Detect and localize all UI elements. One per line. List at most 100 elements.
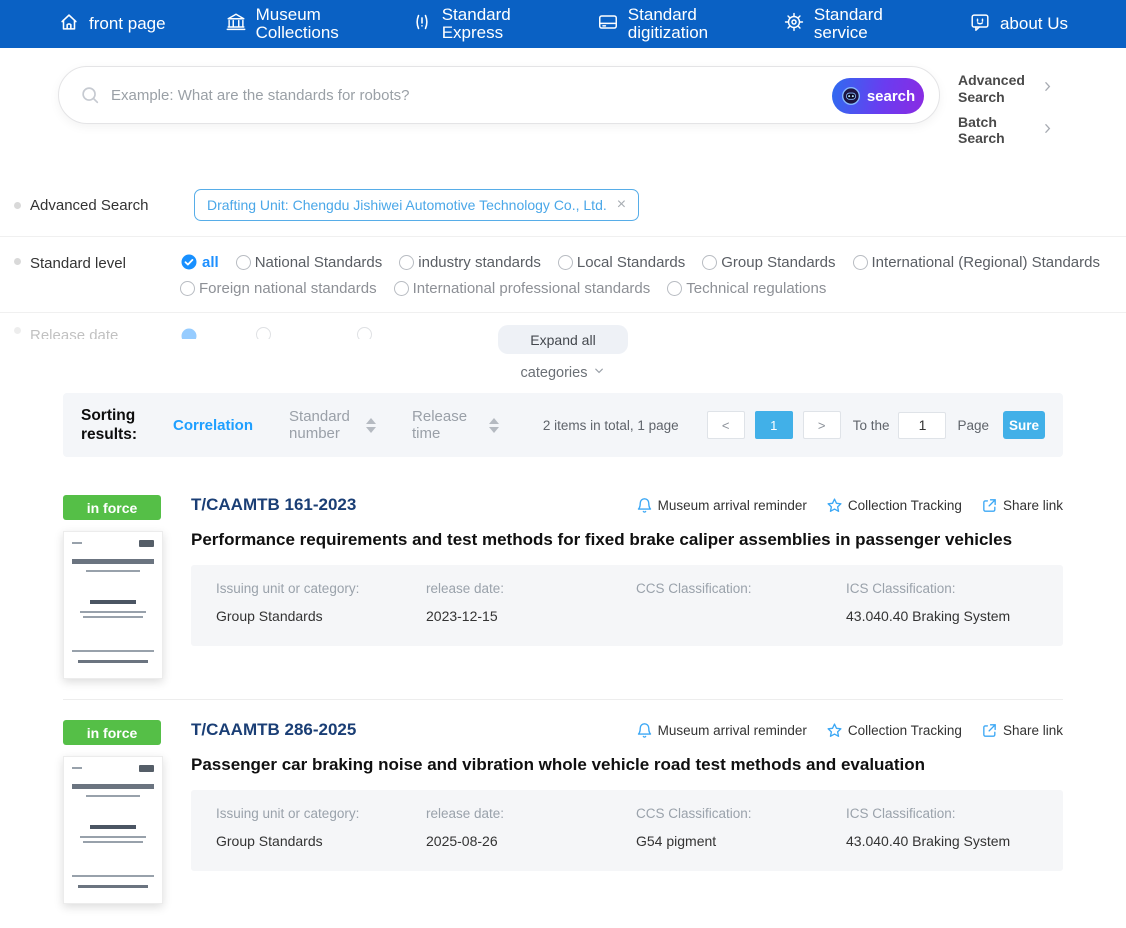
nav-item-standard-express[interactable]: Standard Express (411, 5, 538, 43)
ics-classification-value: 43.040.40 Braking System (846, 833, 1011, 850)
divider (0, 312, 1126, 314)
express-icon (411, 11, 433, 38)
radio-label: Local Standards (576, 253, 686, 271)
standard-code-link[interactable]: T/CAAMTB 161-2023 (191, 495, 356, 515)
action-label: Share link (1002, 497, 1063, 513)
sure-button[interactable]: Sure (1003, 411, 1045, 440)
nav-item-museum-collections[interactable]: Museum Collections (225, 5, 352, 43)
radio-local-standards[interactable]: Local Standards (557, 253, 686, 271)
action-label: Collection Tracking (847, 722, 962, 738)
standard-document-thumbnail[interactable] (63, 756, 163, 905)
nav-item-standard-service[interactable]: Standard service (783, 5, 910, 43)
sort-standard-number-tab[interactable]: Standard number (289, 408, 377, 443)
release-date-value: 2023-12-15 (426, 608, 498, 625)
radio-international-professional-standards[interactable]: International professional standards (393, 280, 651, 298)
issuing-unit-value: Group Standards (216, 608, 323, 625)
ccs-classification-value (636, 608, 846, 625)
sort-release-time-tab[interactable]: Release time (412, 408, 500, 443)
prev-page-button[interactable]: < (706, 411, 745, 440)
close-icon[interactable]: × (617, 197, 626, 213)
next-page-button[interactable]: > (802, 411, 841, 440)
radio-label: International professional standards (412, 280, 651, 298)
museum-arrival-reminder-button[interactable]: Museum arrival reminder (636, 497, 807, 514)
sorting-bar: Sorting results: Correlation Standard nu… (63, 393, 1063, 458)
radio-international-regional-standards[interactable]: International (Regional) Standards (852, 254, 1100, 271)
sort-arrows-icon (366, 417, 377, 433)
action-label: Museum arrival reminder (657, 497, 807, 513)
drafting-unit-filter-tag[interactable]: Drafting Unit: Chengdu Jishiwei Automoti… (194, 189, 640, 222)
radio-icon (235, 254, 251, 270)
gear-icon (783, 11, 805, 38)
radio-foreign-national-standards[interactable]: Foreign national standards (180, 280, 377, 297)
radio-group-standards[interactable]: Group Standards (702, 253, 836, 271)
standard-document-thumbnail[interactable] (63, 531, 163, 680)
chevron-right-icon (1041, 122, 1054, 139)
radio-icon (180, 281, 195, 297)
result-right-column: T/CAAMTB 161-2023 Museum arrival reminde… (191, 495, 1063, 679)
museum-arrival-reminder-button[interactable]: Museum arrival reminder (636, 722, 807, 739)
radio-all[interactable]: all (180, 253, 219, 271)
status-badge: in force (63, 495, 161, 521)
search-button[interactable]: search (832, 78, 924, 114)
star-icon (826, 722, 843, 739)
search-input[interactable] (111, 86, 829, 104)
release-date-row-clipped: Release date (14, 327, 372, 340)
sort-arrows-icon (489, 417, 500, 433)
page-number-input[interactable] (898, 411, 947, 439)
advanced-search-label: Advanced Search (958, 72, 1025, 105)
bullet-icon (14, 327, 21, 335)
radio-icon (256, 327, 271, 340)
radio-national-standards[interactable]: National Standards (235, 254, 382, 271)
check-circle-icon (180, 253, 198, 271)
expand-all-button[interactable]: Expand all (498, 325, 628, 355)
search-bar: search (58, 66, 940, 124)
chevron-right-icon (1041, 80, 1054, 97)
radio-label: Group Standards (721, 253, 836, 271)
standard-code-link[interactable]: T/CAAMTB 286-2025 (191, 720, 356, 740)
filter-tag-text: Drafting Unit: Chengdu Jishiwei Automoti… (207, 197, 607, 214)
action-label: Collection Tracking (847, 497, 962, 513)
sort-correlation-tab[interactable]: Correlation (173, 417, 253, 434)
advanced-filter-row: Advanced Search Drafting Unit: Chengdu J… (14, 189, 1126, 222)
advanced-search-link[interactable]: Advanced Search (958, 72, 1054, 106)
advanced-filter-label: Advanced Search (30, 196, 149, 214)
radio-industry-standards[interactable]: industry standards (399, 254, 541, 271)
nav-item-about-us[interactable]: about Us (969, 11, 1068, 38)
results-count-text: 2 items in total, 1 page (542, 417, 679, 433)
digitization-icon (597, 11, 619, 38)
page-1-button[interactable]: 1 (754, 411, 793, 440)
standard-title[interactable]: Passenger car braking noise and vibratio… (191, 755, 1063, 775)
nav-item-standard-digitization[interactable]: Standard digitization (597, 5, 724, 43)
bullet-icon (14, 258, 21, 266)
radio-label: industry standards (418, 253, 541, 271)
nav-item-front-page[interactable]: front page (58, 11, 166, 38)
search-side-links: Advanced Search Batch Search (958, 66, 1054, 155)
result-actions: Museum arrival reminder Collection Track… (636, 722, 1063, 739)
radio-icon (852, 254, 868, 270)
status-badge: in force (63, 720, 161, 746)
release-date-label: Release date (30, 327, 119, 340)
museum-icon (225, 11, 247, 38)
release-date-radios-clipped (180, 327, 372, 340)
batch-search-link[interactable]: Batch Search (958, 114, 1054, 148)
result-actions: Museum arrival reminder Collection Track… (636, 497, 1063, 514)
standard-title[interactable]: Performance requirements and test method… (191, 530, 1063, 550)
action-label: Museum arrival reminder (657, 722, 807, 738)
categories-toggle[interactable]: categories (521, 364, 606, 381)
divider (0, 236, 1126, 238)
results-list: in force T/CAAMTB 161-2023 Museum arriva… (63, 495, 1063, 905)
standard-level-label: Standard level (30, 255, 126, 273)
standard-level-row: Standard level all National Standards in… (14, 253, 1126, 297)
collection-tracking-button[interactable]: Collection Tracking (826, 497, 962, 514)
radio-icon (667, 281, 683, 297)
chevron-down-icon (592, 364, 605, 381)
radio-technical-regulations[interactable]: Technical regulations (667, 280, 826, 297)
categories-label: categories (520, 364, 588, 381)
radio-icon (557, 254, 573, 270)
share-link-button[interactable]: Share link (981, 497, 1063, 514)
radio-label: Foreign national standards (199, 280, 377, 298)
share-link-button[interactable]: Share link (981, 722, 1063, 739)
ccs-classification-value: G54 pigment (636, 833, 717, 850)
collection-tracking-button[interactable]: Collection Tracking (826, 722, 962, 739)
radio-icon (393, 281, 409, 297)
